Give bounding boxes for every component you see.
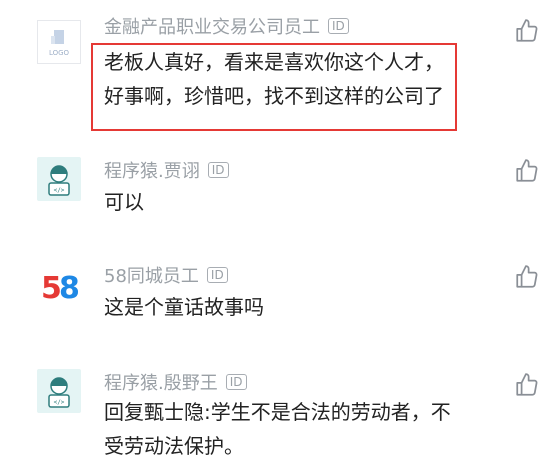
comment-line: 这是个童话故事吗: [104, 295, 264, 319]
username[interactable]: 程序猿.殷野王: [104, 369, 218, 395]
comment-header: 程序猿.殷野王 ID: [104, 369, 247, 395]
comment-header: 程序猿.贾诩 ID: [104, 157, 229, 183]
coder-avatar-icon: </>: [48, 377, 70, 408]
id-badge: ID: [206, 267, 228, 283]
comment-header: 58同城员工 ID: [104, 262, 228, 288]
thumbs-up-icon[interactable]: [514, 264, 540, 290]
svg-text:</>: </>: [54, 399, 65, 406]
comment-text: 这是个童话故事吗: [104, 290, 474, 324]
id-badge: ID: [207, 162, 229, 178]
username[interactable]: 程序猿.贾诩: [104, 157, 200, 183]
id-badge: ID: [225, 374, 247, 390]
comment-header: 金融产品职业交易公司员工 ID: [104, 13, 349, 39]
comment-line: 受劳动法保护。: [104, 434, 244, 458]
comment-text: 可以: [104, 185, 474, 219]
thumbs-up-icon[interactable]: [514, 372, 540, 398]
logo-placeholder-icon: LOGO: [49, 30, 70, 57]
comment-line: 可以: [104, 190, 144, 214]
username[interactable]: 金融产品职业交易公司员工: [104, 13, 320, 39]
user-avatar[interactable]: </>: [37, 369, 81, 413]
comment-line: 回复甄士隐:学生不是合法的劳动者，不: [104, 400, 451, 424]
user-avatar[interactable]: 5 8: [37, 264, 81, 308]
58-logo-icon: 5 8: [41, 271, 80, 306]
thumbs-up-icon[interactable]: [514, 18, 540, 44]
svg-text:</>: </>: [54, 187, 65, 194]
highlight-box: [91, 43, 457, 131]
user-avatar[interactable]: LOGO: [37, 20, 81, 64]
svg-text:8: 8: [59, 271, 80, 306]
id-badge: ID: [328, 18, 349, 34]
thumbs-up-icon[interactable]: [514, 158, 540, 184]
avatar-logo-text: LOGO: [49, 49, 70, 57]
username[interactable]: 58同城员工: [104, 262, 199, 288]
coder-avatar-icon: </>: [48, 165, 70, 196]
user-avatar[interactable]: </>: [37, 157, 81, 201]
comment-text: 回复甄士隐:学生不是合法的劳动者，不 受劳动法保护。: [104, 395, 474, 463]
